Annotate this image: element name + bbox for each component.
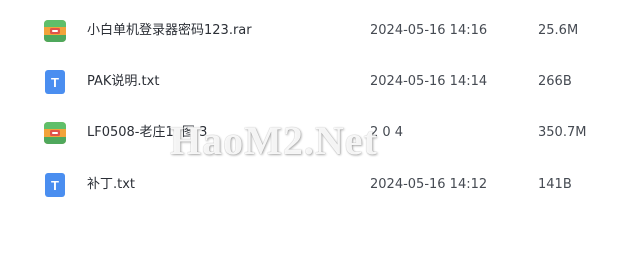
file-row[interactable]: 小白单机登录器密码123.rar 2024-05-16 14:16 25.6M <box>0 9 633 53</box>
file-date: 2024-05-16 14:14 <box>370 74 488 89</box>
file-name: PAK说明.txt <box>87 74 160 89</box>
file-name: 小白单机登录器密码123.rar <box>87 23 252 38</box>
file-row[interactable]: T 补丁.txt 2024-05-16 14:12 141B <box>0 163 633 207</box>
file-date: 2024-05-16 14:16 <box>370 23 488 38</box>
text-file-icon: T <box>43 173 67 197</box>
file-size: 141B <box>538 177 572 192</box>
file-name: 补丁.txt <box>87 177 136 192</box>
file-size: 350.7M <box>538 125 587 140</box>
file-row[interactable]: T PAK说明.txt 2024-05-16 14:14 266B <box>0 60 633 104</box>
file-row[interactable]: LF0508-老庄1. 图 3 2 0 4 350.7M <box>0 111 633 155</box>
text-file-icon-letter: T <box>51 178 59 193</box>
text-file-icon: T <box>43 70 67 94</box>
file-size: 266B <box>538 74 572 89</box>
file-date: 2 0 4 <box>370 125 404 140</box>
text-file-icon-letter: T <box>51 75 59 90</box>
file-list: 小白单机登录器密码123.rar 2024-05-16 14:16 25.6M … <box>0 0 633 268</box>
archive-icon <box>43 121 67 145</box>
file-name: LF0508-老庄1. 图 3 <box>87 125 208 140</box>
archive-icon <box>43 19 67 43</box>
file-size: 25.6M <box>538 23 579 38</box>
file-date: 2024-05-16 14:12 <box>370 177 488 192</box>
